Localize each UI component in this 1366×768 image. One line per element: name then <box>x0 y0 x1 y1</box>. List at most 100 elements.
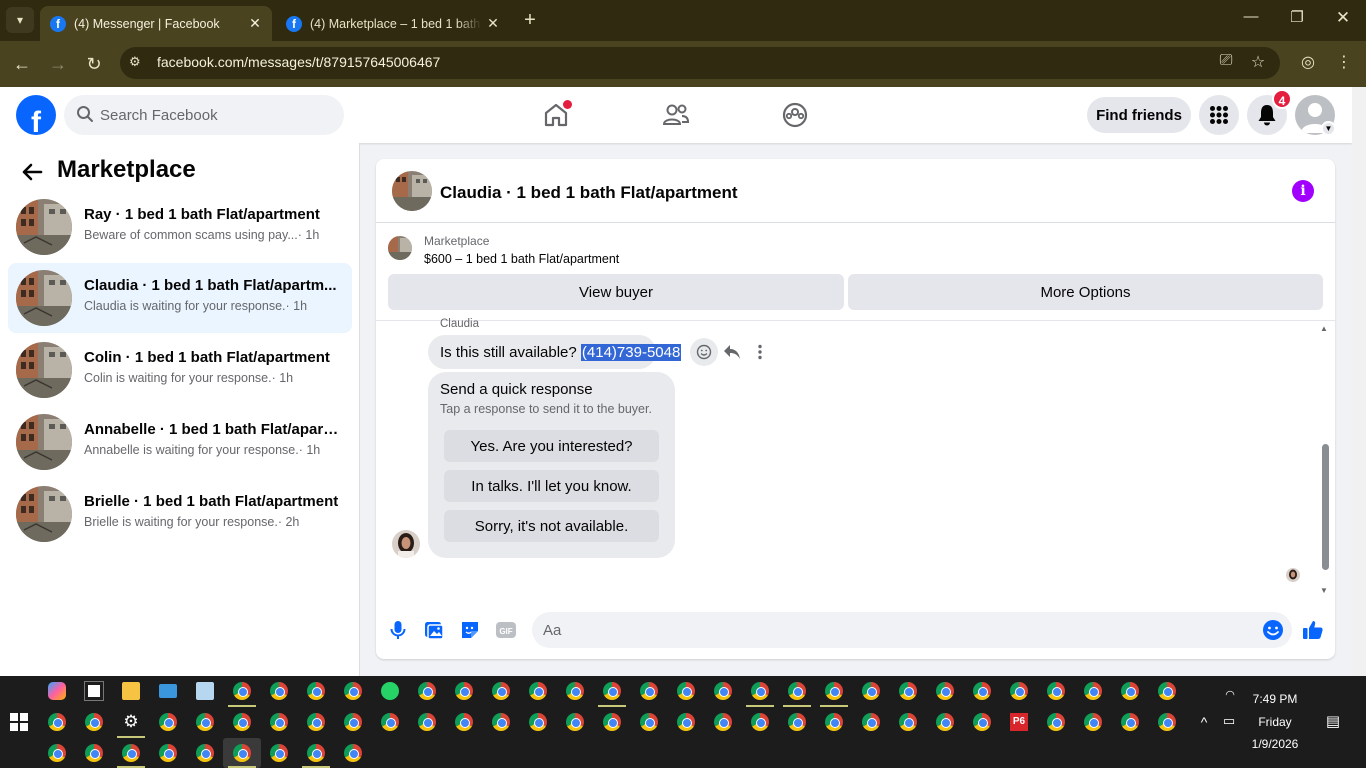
wifi-icon[interactable]: ◠ <box>1222 688 1238 701</box>
chat-scroll-thumb[interactable] <box>1322 444 1329 570</box>
profile-icon[interactable]: ◎ <box>1296 52 1320 72</box>
keyboard-icon[interactable] <box>159 684 177 698</box>
sticker-icon[interactable] <box>458 618 482 642</box>
chrome-icon[interactable] <box>492 713 510 731</box>
chrome-icon[interactable] <box>455 682 473 700</box>
chrome-icon[interactable] <box>714 713 732 731</box>
browser-menu-icon[interactable]: ⋮ <box>1332 52 1356 72</box>
listing-name[interactable]: $600 – 1 bed 1 bath Flat/apartment <box>424 252 619 266</box>
chrome-icon[interactable] <box>529 682 547 700</box>
site-info-icon[interactable]: ⚙ <box>129 54 141 70</box>
close-window-button[interactable]: ✕ <box>1320 8 1366 28</box>
quick-response-option-sorry[interactable]: Sorry, it's not available. <box>444 510 659 542</box>
chevron-down-icon[interactable]: ▼ <box>1321 121 1336 136</box>
sender-avatar[interactable] <box>392 530 420 558</box>
chrome-icon[interactable] <box>381 713 399 731</box>
chrome-icon[interactable] <box>1084 713 1102 731</box>
info-icon[interactable]: i <box>1292 180 1314 202</box>
chrome-icon[interactable] <box>603 682 621 700</box>
conversation-item[interactable]: Colin · 1 bed 1 bath Flat/apartment Colin… <box>8 335 352 405</box>
url-text[interactable]: facebook.com/messages/t/879157645006467 <box>157 54 440 70</box>
windows-start-icon[interactable] <box>10 713 28 731</box>
notification-center-icon[interactable]: ▤ <box>1323 712 1343 730</box>
chrome-icon[interactable] <box>233 744 251 762</box>
chrome-icon[interactable] <box>640 713 658 731</box>
chrome-icon[interactable] <box>1158 713 1176 731</box>
chrome-icon[interactable] <box>233 682 251 700</box>
listing-thumbnail[interactable] <box>392 171 432 211</box>
chrome-icon[interactable] <box>85 713 103 731</box>
chrome-icon[interactable] <box>1121 682 1139 700</box>
conversation-item[interactable]: Brielle · 1 bed 1 bath Flat/apartment Bri… <box>8 479 352 549</box>
chrome-icon[interactable] <box>270 713 288 731</box>
chrome-icon[interactable] <box>1010 682 1028 700</box>
show-hidden-icons-icon[interactable]: ^ <box>1196 714 1212 730</box>
chrome-icon[interactable] <box>418 713 436 731</box>
chrome-icon[interactable] <box>307 713 325 731</box>
clock-time[interactable]: 7:49 PM <box>1240 692 1310 706</box>
file-explorer-icon[interactable] <box>122 682 140 700</box>
menu-grid-button[interactable] <box>1199 95 1239 135</box>
bookmark-star-icon[interactable]: ☆ <box>1246 52 1270 72</box>
thumbs-up-icon[interactable] <box>1301 618 1325 642</box>
chrome-icon[interactable] <box>270 744 288 762</box>
install-app-icon[interactable]: ⎚ <box>1214 52 1238 70</box>
chrome-icon[interactable] <box>603 713 621 731</box>
gif-icon[interactable]: GIF <box>494 618 518 642</box>
chrome-icon[interactable] <box>1047 713 1065 731</box>
chrome-icon[interactable] <box>122 744 140 762</box>
new-tab-button[interactable]: + <box>518 8 542 32</box>
tab-messenger[interactable]: f (4) Messenger | Facebook ✕ <box>40 6 272 41</box>
photo-gallery-icon[interactable] <box>422 618 446 642</box>
chrome-icon[interactable] <box>751 682 769 700</box>
store-icon[interactable] <box>84 681 104 701</box>
chrome-icon[interactable] <box>344 682 362 700</box>
whatsapp-icon[interactable] <box>381 682 399 700</box>
tab-marketplace[interactable]: f (4) Marketplace – 1 bed 1 bath F ✕ <box>276 6 510 41</box>
chrome-icon[interactable] <box>1158 682 1176 700</box>
back-button[interactable]: ← <box>8 50 36 78</box>
chrome-icon[interactable] <box>455 713 473 731</box>
microphone-icon[interactable] <box>386 618 410 642</box>
chrome-icon[interactable] <box>973 682 991 700</box>
chrome-icon[interactable] <box>788 682 806 700</box>
chrome-icon[interactable] <box>196 713 214 731</box>
page-scrollbar[interactable] <box>1352 87 1366 676</box>
tab-close-icon[interactable]: ✕ <box>482 15 504 32</box>
chrome-icon[interactable] <box>973 713 991 731</box>
clock-date[interactable]: 1/9/2026 <box>1240 737 1310 751</box>
message-text[interactable]: Is this still available? (414)739-5048 <box>440 344 682 361</box>
chrome-icon[interactable] <box>862 682 880 700</box>
search-input[interactable] <box>100 95 330 135</box>
chrome-icon[interactable] <box>566 713 584 731</box>
chrome-icon[interactable] <box>788 713 806 731</box>
chrome-icon[interactable] <box>233 713 251 731</box>
chrome-icon[interactable] <box>714 682 732 700</box>
reply-button[interactable] <box>718 338 746 366</box>
chrome-icon[interactable] <box>677 682 695 700</box>
quick-response-option-yes[interactable]: Yes. Are you interested? <box>444 430 659 462</box>
more-actions-button[interactable] <box>746 338 774 366</box>
chrome-icon[interactable] <box>936 713 954 731</box>
chrome-icon[interactable] <box>677 713 695 731</box>
conversation-item[interactable]: Ray · 1 bed 1 bath Flat/apartment Beware … <box>8 192 352 262</box>
chrome-icon[interactable] <box>492 682 510 700</box>
view-buyer-button[interactable]: View buyer <box>388 274 844 310</box>
chrome-icon[interactable] <box>899 713 917 731</box>
message-input[interactable] <box>543 612 1243 648</box>
chrome-icon[interactable] <box>48 713 66 731</box>
chrome-icon[interactable] <box>529 713 547 731</box>
chrome-icon[interactable] <box>862 713 880 731</box>
chrome-icon[interactable] <box>825 713 843 731</box>
scroll-down-arrow-icon[interactable]: ▼ <box>1320 586 1328 595</box>
facebook-logo-icon[interactable]: f <box>16 95 56 135</box>
minimize-button[interactable]: — <box>1228 8 1274 25</box>
chrome-icon[interactable] <box>1084 682 1102 700</box>
tab-search-button[interactable]: ▾ <box>6 7 34 33</box>
chrome-icon[interactable] <box>344 713 362 731</box>
chrome-icon[interactable] <box>825 682 843 700</box>
notepad-icon[interactable] <box>196 682 214 700</box>
react-button[interactable] <box>690 338 718 366</box>
more-options-button[interactable]: More Options <box>848 274 1323 310</box>
tab-close-icon[interactable]: ✕ <box>244 15 266 32</box>
